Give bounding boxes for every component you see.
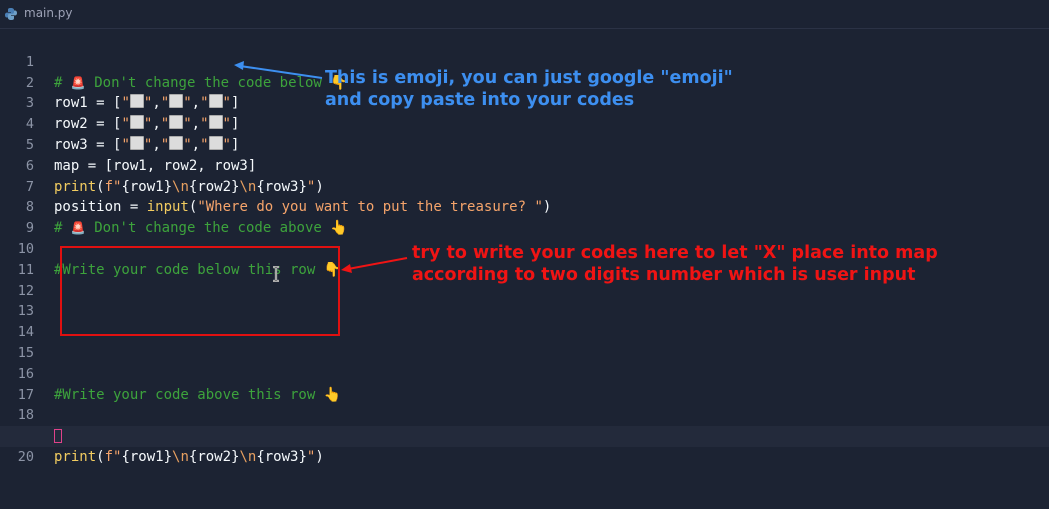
emoji-annotation: This is emoji, you can just google "emoj… (325, 68, 733, 110)
code-area-annotation: try to write your codes here to let "X" … (412, 243, 938, 285)
